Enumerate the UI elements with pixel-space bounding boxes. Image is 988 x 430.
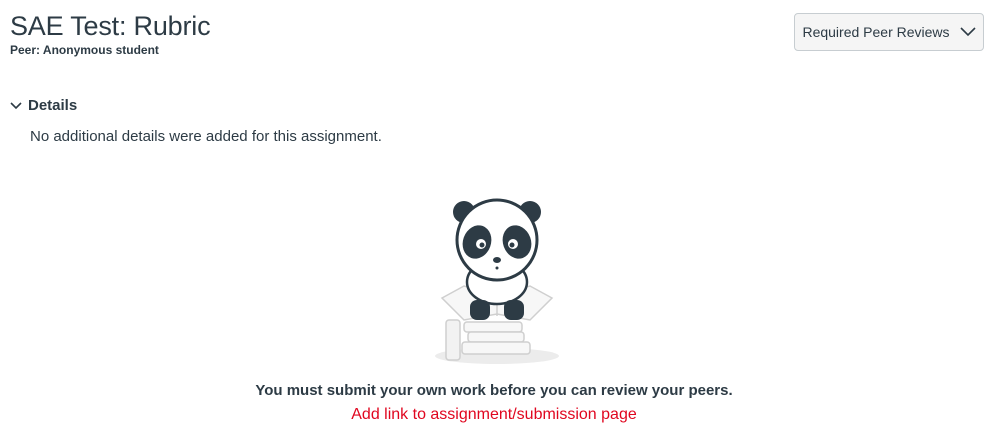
panda-reading-illustration bbox=[434, 194, 560, 366]
details-label: Details bbox=[28, 97, 78, 114]
peer-reviews-button-label: Required Peer Reviews bbox=[802, 24, 950, 40]
submit-required-message: You must submit your own work before you… bbox=[255, 382, 733, 399]
chevron-down-icon bbox=[10, 97, 22, 114]
add-submission-link[interactable]: Add link to assignment/submission page bbox=[0, 406, 988, 424]
chevron-down-icon bbox=[959, 27, 976, 37]
peer-label: Peer: Anonymous student bbox=[10, 43, 159, 57]
required-peer-reviews-button[interactable]: Required Peer Reviews bbox=[794, 13, 984, 51]
details-text: No additional details were added for thi… bbox=[30, 128, 382, 145]
page-title: SAE Test: Rubric bbox=[10, 11, 211, 41]
details-toggle[interactable]: Details bbox=[10, 97, 77, 114]
